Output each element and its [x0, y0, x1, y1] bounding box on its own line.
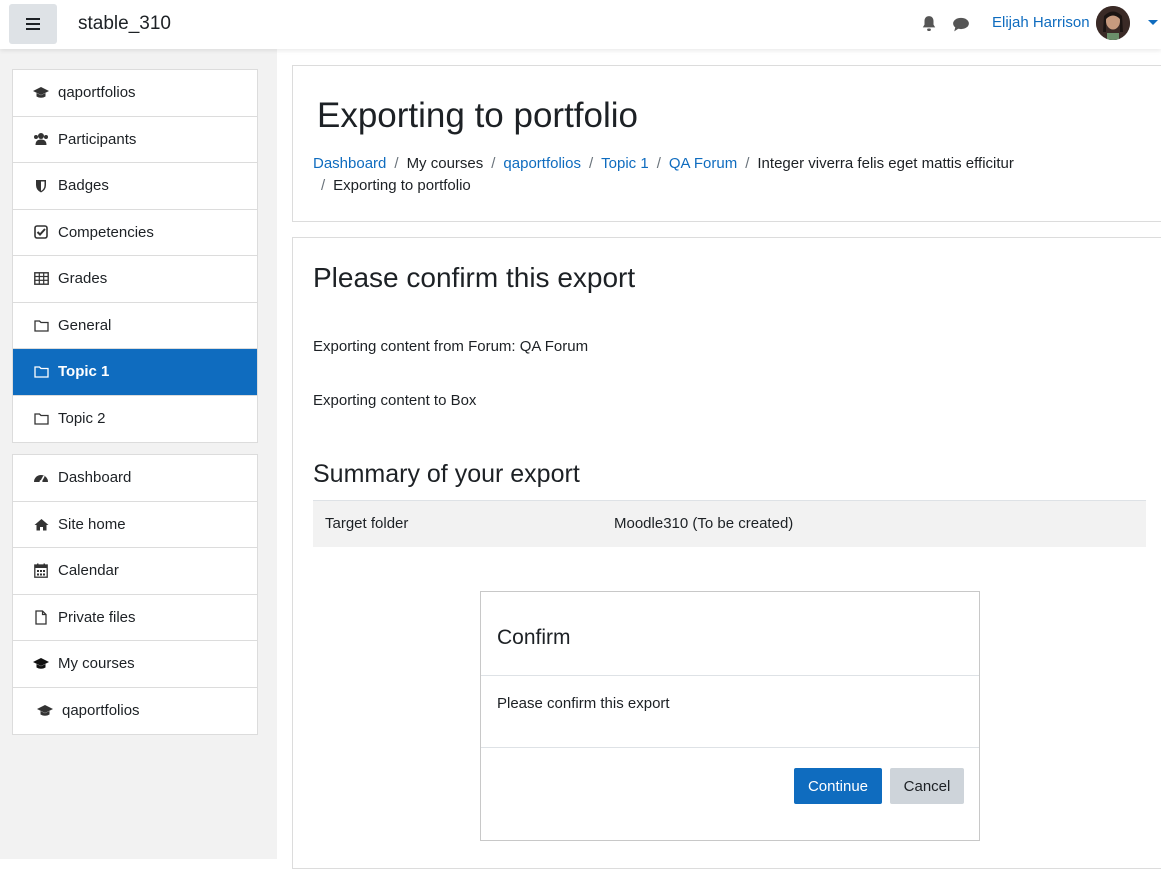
breadcrumb: Dashboard / My courses / qaportfolios / Topic … [313, 153, 1073, 197]
hamburger-icon [26, 18, 40, 30]
export-destination-text: Exporting content to Box [313, 392, 477, 409]
breadcrumb-separator: / [491, 155, 496, 172]
confirm-dialog: Confirm Please confirm this export Conti… [480, 591, 980, 841]
dialog-title: Confirm [497, 626, 571, 649]
course-nav-group: qaportfolios Participants Badges Compete… [12, 69, 258, 443]
breadcrumb-qaportfolios[interactable]: qaportfolios [503, 155, 581, 172]
bell-icon[interactable] [920, 15, 938, 33]
sidebar-item-dashboard[interactable]: Dashboard [13, 455, 257, 502]
sidebar-item-label: Competencies [58, 223, 154, 241]
sidebar-item-label: Private files [58, 608, 136, 626]
sidebar-item-label: Site home [58, 515, 126, 533]
check-square-icon [33, 224, 49, 240]
sidebar-item-label: Badges [58, 177, 109, 195]
dashboard-icon [33, 470, 49, 486]
breadcrumb-separator: / [394, 155, 399, 172]
continue-button[interactable]: Continue [794, 768, 882, 804]
nav-drawer: qaportfolios Participants Badges Compete… [0, 49, 277, 859]
sidebar-item-competencies[interactable]: Competencies [13, 210, 257, 256]
chat-icon[interactable] [952, 15, 970, 33]
confirm-heading: Please confirm this export [313, 262, 636, 293]
sidebar-item-calendar[interactable]: Calendar [13, 548, 257, 595]
export-source-text: Exporting content from Forum: QA Forum [313, 338, 589, 355]
sidebar-item-qaportfolios[interactable]: qaportfolios [13, 70, 257, 117]
table-icon [33, 271, 49, 287]
shield-icon [33, 178, 49, 194]
folder-icon [33, 317, 49, 333]
calendar-icon [33, 563, 49, 579]
main-content: Please confirm this export Exporting con… [292, 237, 1161, 869]
avatar[interactable] [1096, 6, 1130, 40]
breadcrumb-topic-1[interactable]: Topic 1 [601, 155, 649, 172]
sidebar-item-label: Topic 1 [58, 363, 110, 381]
navbar: stable_310 Elijah Harrison [0, 0, 1161, 49]
sidebar-item-site-home[interactable]: Site home [13, 502, 257, 548]
sidebar-item-label: Calendar [58, 562, 119, 580]
graduation-cap-icon [37, 703, 53, 719]
folder-icon [33, 411, 49, 427]
dialog-body-text: Please confirm this export [497, 695, 670, 712]
breadcrumb-current: Exporting to portfolio [333, 177, 471, 194]
graduation-cap-icon [33, 656, 49, 672]
sidebar-item-label: My courses [58, 655, 135, 673]
summary-value: Moodle310 (To be created) [614, 515, 794, 532]
breadcrumb-separator: / [745, 155, 750, 172]
sidebar-item-label: Dashboard [58, 469, 132, 487]
summary-table-row: Target folder Moodle310 (To be created) [313, 500, 1146, 547]
sidebar-item-label: qaportfolios [58, 84, 136, 102]
graduation-cap-icon [33, 85, 49, 101]
breadcrumb-separator: / [656, 155, 661, 172]
dialog-header: Confirm [481, 592, 979, 676]
file-icon [33, 609, 49, 625]
home-icon [33, 516, 49, 532]
breadcrumb-separator: / [321, 177, 326, 194]
users-icon [33, 131, 49, 147]
sidebar-item-qaportfolios-course[interactable]: qaportfolios [13, 688, 257, 735]
breadcrumb-qa-forum[interactable]: QA Forum [669, 155, 737, 172]
page-header: Exporting to portfolio Dashboard / My cour… [292, 65, 1161, 222]
breadcrumb-dashboard[interactable]: Dashboard [313, 155, 386, 172]
sidebar-item-grades[interactable]: Grades [13, 256, 257, 303]
site-nav-group: Dashboard Site home Calendar Private fil… [12, 454, 258, 735]
sidebar-item-topic-1[interactable]: Topic 1 [13, 349, 257, 396]
breadcrumb-separator: / [588, 155, 594, 172]
sidebar-item-topic-2[interactable]: Topic 2 [13, 396, 257, 443]
dialog-footer: Continue Cancel [481, 747, 979, 840]
cancel-button[interactable]: Cancel [890, 768, 964, 804]
breadcrumb-discussion: Integer viverra felis eget mattis effici… [757, 155, 1014, 172]
sidebar-item-label: qaportfolios [62, 702, 140, 720]
sidebar-item-label: Topic 2 [58, 410, 106, 428]
sidebar-item-label: Grades [58, 270, 108, 288]
sidebar-item-label: General [58, 316, 112, 334]
breadcrumb-my-courses: My courses [406, 155, 484, 172]
folder-icon [33, 364, 49, 380]
page-title: Exporting to portfolio [317, 96, 639, 135]
summary-heading: Summary of your export [313, 460, 580, 488]
user-menu-name[interactable]: Elijah Harrison [992, 14, 1090, 31]
sidebar-item-label: Participants [58, 130, 137, 148]
sidebar-item-general[interactable]: General [13, 303, 257, 349]
sidebar-item-private-files[interactable]: Private files [13, 595, 257, 641]
sidebar-item-my-courses[interactable]: My courses [13, 641, 257, 688]
site-name-link[interactable]: stable_310 [78, 13, 171, 35]
summary-key: Target folder [325, 515, 409, 532]
drawer-toggle-button[interactable] [9, 4, 57, 44]
sidebar-item-badges[interactable]: Badges [13, 163, 257, 210]
sidebar-item-participants[interactable]: Participants [13, 117, 257, 163]
user-menu-caret-icon[interactable] [1148, 20, 1158, 25]
